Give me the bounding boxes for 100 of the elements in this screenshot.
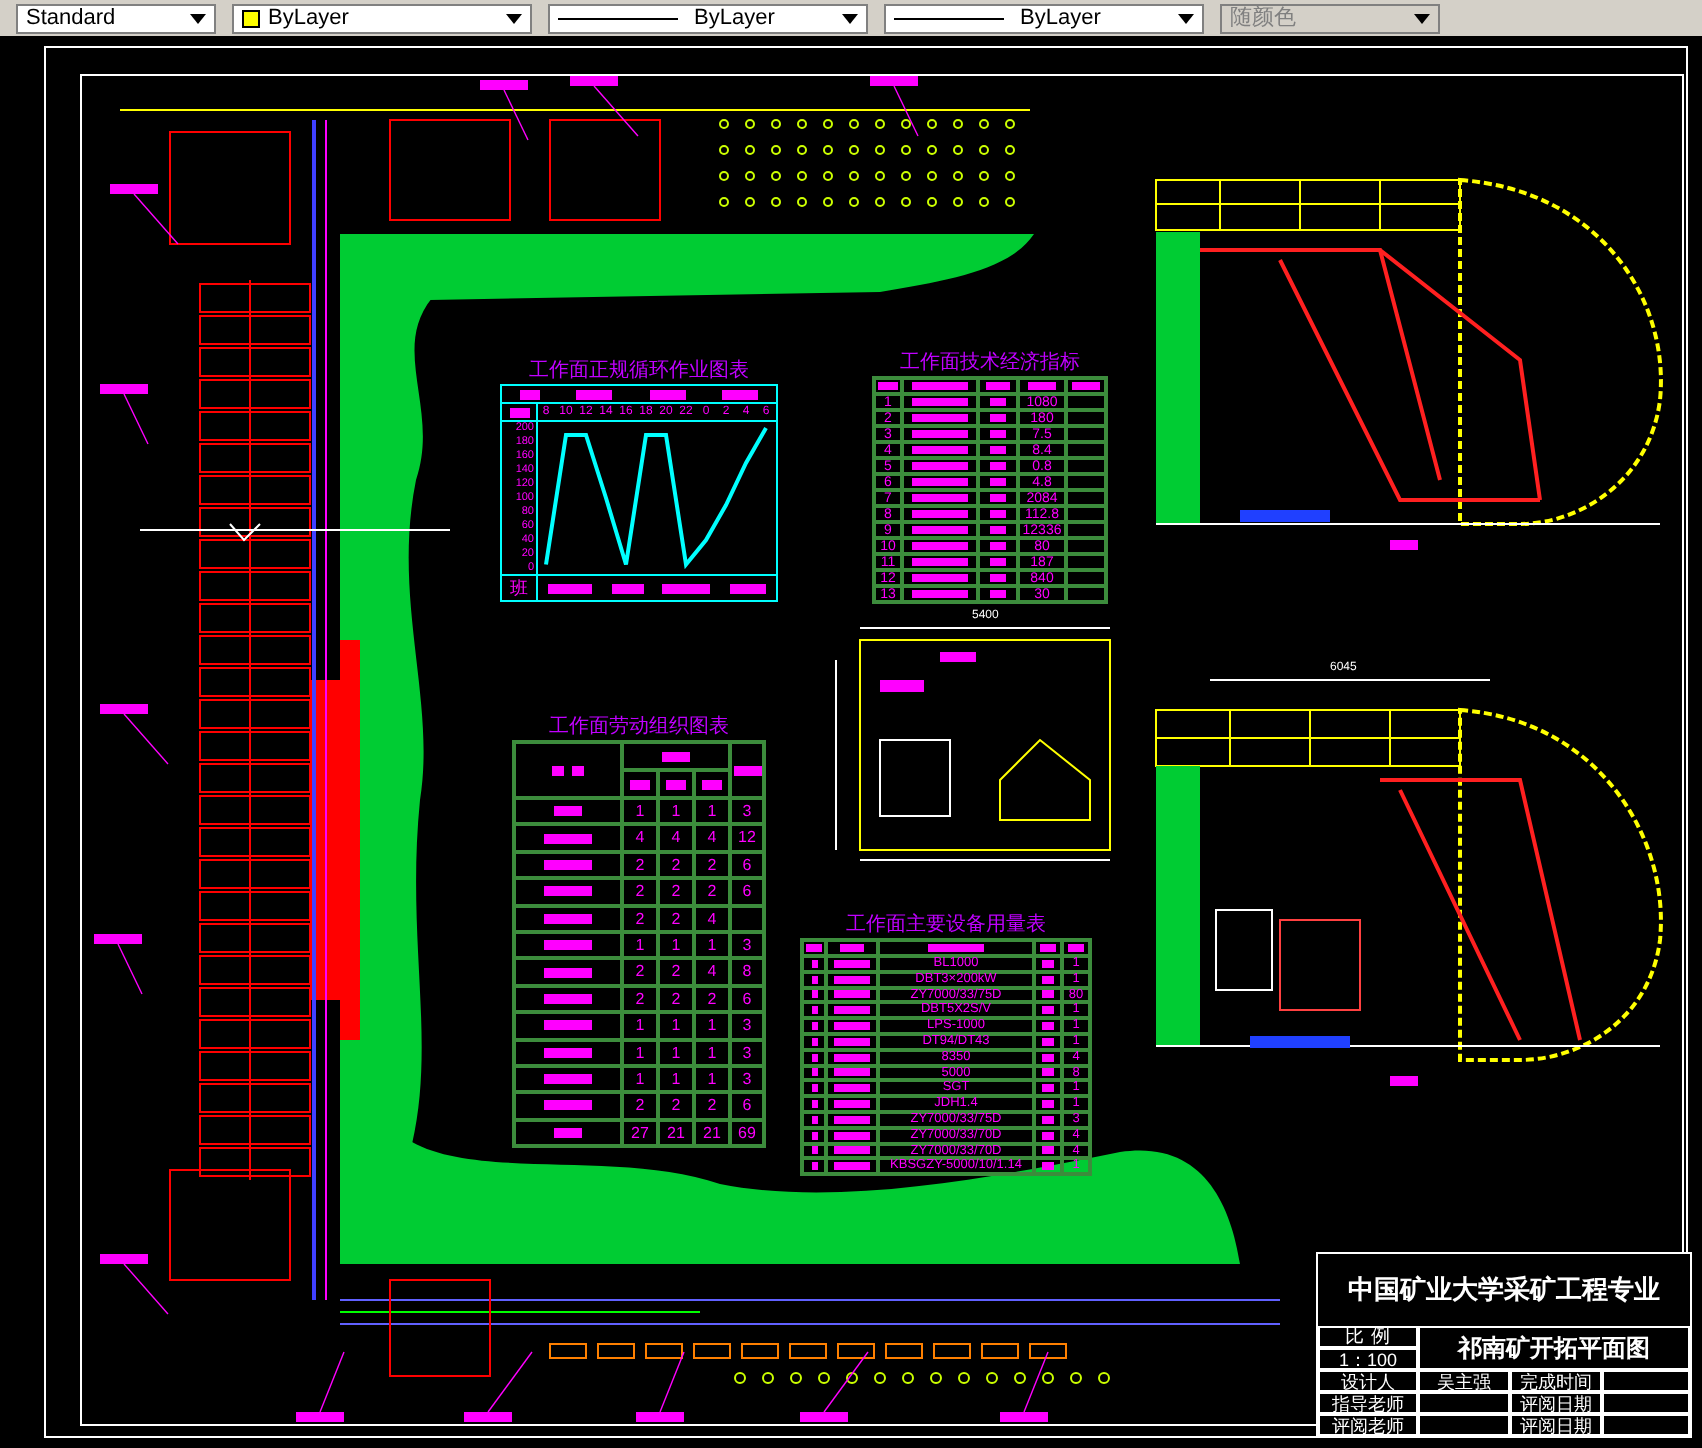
table-cell: 2 [694, 985, 730, 1013]
shift-label: 班 [502, 576, 538, 600]
text-block [912, 510, 968, 518]
table-cell: 1 [694, 1012, 730, 1040]
table-cell: 6 [730, 985, 764, 1013]
text-block [912, 574, 968, 582]
table-cell: 2 [694, 851, 730, 879]
table-cell: 21 [658, 1119, 694, 1147]
table-cell: 1 [658, 1012, 694, 1040]
drawing-title: 祁南矿开拓平面图 [1418, 1326, 1690, 1370]
label-leader [110, 184, 179, 245]
equipment-outline [549, 119, 661, 221]
label-leader [800, 1351, 869, 1422]
color-swatch-icon [242, 9, 260, 27]
text-block [834, 975, 870, 984]
chart-title: 工作面正规循环作业图表 [529, 360, 749, 384]
table-cell: 27 [622, 1119, 658, 1147]
text-block [840, 944, 864, 952]
table-cell: 1 [694, 1065, 730, 1093]
text-block [878, 382, 898, 390]
table-cell: 2 [622, 1092, 658, 1120]
text-block [547, 583, 592, 593]
table-cell: 评阅老师 [1318, 1414, 1418, 1436]
table-cell: 评阅日期 [1510, 1414, 1602, 1436]
text-block [544, 859, 592, 870]
table-cell: 4 [694, 958, 730, 986]
table-cell: 2 [658, 985, 694, 1013]
table-cell: 2 [622, 878, 658, 906]
table-cell: 设计人 [1318, 1370, 1418, 1392]
table-title: 工作面技术经济指标 [900, 352, 1080, 376]
text-block [834, 1068, 870, 1077]
table-cell: 吴主强 [1418, 1370, 1510, 1392]
table-cell: 2 [622, 985, 658, 1013]
text-block [544, 1020, 592, 1031]
text-block [912, 494, 968, 502]
text-block [662, 751, 690, 761]
text-block [544, 940, 592, 951]
table-cell: 3 [730, 1065, 764, 1093]
table-cell: 1 [622, 1039, 658, 1066]
label-leader [1000, 1351, 1049, 1422]
text-block [554, 806, 582, 817]
table-cell: 2 [694, 1092, 730, 1120]
text-block [544, 1100, 592, 1111]
text-block [544, 1074, 592, 1085]
table-cell: 4 [694, 905, 730, 932]
table-cell: 评阅日期 [1510, 1392, 1602, 1414]
table-cell: 1 [622, 1012, 658, 1040]
lineweight-dropdown[interactable]: ByLayer [884, 3, 1204, 33]
label-leader [94, 934, 143, 995]
caret-icon [842, 13, 858, 23]
label-leader [100, 1254, 169, 1315]
table-cell: 1 [658, 798, 694, 825]
text-block [662, 583, 711, 593]
text-block [544, 967, 592, 978]
layer-color-dropdown[interactable]: ByLayer [232, 3, 532, 33]
table-cell: 69 [730, 1119, 764, 1147]
table-cell: 1 [694, 798, 730, 825]
text-block [834, 1053, 870, 1062]
table-cell: 8 [730, 958, 764, 986]
linetype-dropdown[interactable]: ByLayer [548, 3, 868, 33]
table-cell: 4 [694, 824, 730, 852]
table-cell: 2 [658, 878, 694, 906]
caret-icon [1414, 13, 1430, 23]
label-leader [464, 1351, 533, 1422]
text-block [912, 398, 968, 406]
text-block [834, 1131, 870, 1140]
text-block [544, 833, 592, 844]
text-block [834, 1162, 870, 1171]
line-sample-icon [558, 17, 678, 19]
table-cell: 2 [622, 905, 658, 932]
school-title: 中国矿业大学采矿工程专业 [1346, 1272, 1662, 1309]
table-cell: 1 [622, 931, 658, 959]
text-block [834, 1084, 870, 1093]
text-style-dropdown[interactable]: Standard [16, 3, 216, 33]
text-block [912, 542, 968, 550]
text-block [912, 430, 968, 438]
table-title: 工作面主要设备用量表 [846, 914, 1046, 938]
text-block [834, 1146, 870, 1155]
text-block [733, 765, 761, 775]
label-leader [870, 76, 919, 137]
text-block [649, 389, 686, 399]
label-leader [636, 1351, 685, 1422]
table-cell: 3 [730, 1012, 764, 1040]
table-cell: 6 [730, 878, 764, 906]
text-block [834, 990, 870, 999]
line-sample-icon [894, 17, 1004, 19]
label-leader [100, 384, 149, 445]
scale-label: 比 例 [1318, 1326, 1418, 1348]
caret-icon [1178, 13, 1194, 23]
table-cell: 2 [658, 958, 694, 986]
text-block [730, 583, 767, 593]
table-cell: 2 [622, 851, 658, 879]
table-cell: 12 [730, 824, 764, 852]
table-cell: 1 [622, 1065, 658, 1093]
table-cell: 2 [622, 958, 658, 986]
text-block [576, 389, 613, 399]
text-block [834, 1037, 870, 1046]
text-block [554, 1127, 582, 1138]
text-block [912, 382, 968, 390]
text-block [912, 478, 968, 486]
